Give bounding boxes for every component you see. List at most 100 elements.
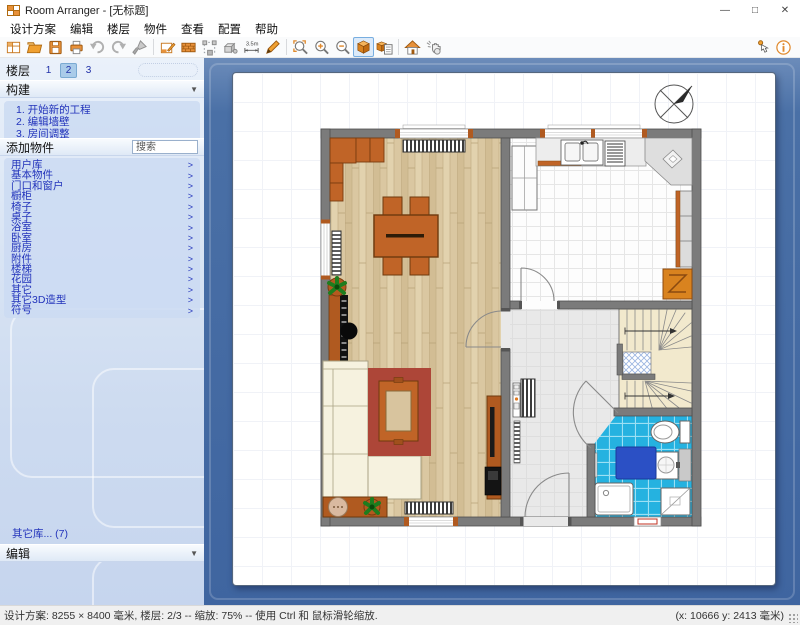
walls-icon [180, 39, 197, 56]
category-kitchen[interactable]: 厨房> [4, 243, 200, 253]
category-chairs[interactable]: 椅子> [4, 202, 200, 212]
floors-row: 楼层 1 2 3 [0, 60, 204, 80]
floor-lamp [341, 323, 358, 340]
edit-section-header[interactable]: 编辑 ▼ [0, 544, 204, 562]
pointer-mode-icon [754, 39, 771, 56]
category-symbols[interactable]: 符号> [4, 305, 200, 315]
category-chevron-icon: > [188, 274, 193, 284]
maximize-button[interactable]: □ [740, 0, 770, 20]
toilet [651, 421, 679, 443]
about-button[interactable] [773, 37, 794, 57]
svg-text:3.5m: 3.5m [246, 41, 259, 47]
edit-rooms-button[interactable] [157, 37, 178, 57]
menu-objects[interactable]: 物件 [137, 20, 174, 38]
titlebar[interactable]: Room Arranger - [无标题] — □ ✕ [0, 0, 800, 20]
category-bedroom[interactable]: 卧室> [4, 233, 200, 243]
edit-rooms-icon [159, 39, 176, 56]
zoom-out-button[interactable] [332, 37, 353, 57]
category-chevron-icon: > [188, 171, 193, 181]
tall-cabinets [676, 191, 692, 267]
pointer-mode-button[interactable] [752, 37, 773, 57]
open-icon [26, 39, 43, 56]
save-button[interactable] [45, 37, 66, 57]
undo-button[interactable] [87, 37, 108, 57]
print-button[interactable] [66, 37, 87, 57]
step-edit-walls-link[interactable]: 2. 编辑墙壁 [16, 116, 200, 128]
measure-icon: 3.5m [243, 39, 260, 56]
status-plan-info: 设计方案: 8255 × 8400 毫米, 楼层: 2/3 -- 缩放: 75%… [4, 608, 378, 623]
close-button[interactable]: ✕ [770, 0, 800, 20]
category-chevron-icon: > [188, 243, 193, 253]
collapse-arrow-icon[interactable]: ▼ [190, 549, 198, 558]
view-3d-icon [355, 39, 372, 56]
floor-button-1[interactable]: 1 [40, 63, 57, 78]
menu-design[interactable]: 设计方案 [3, 20, 63, 38]
home-levels-button[interactable] [402, 37, 423, 57]
floorplan-drawing[interactable] [233, 73, 776, 586]
build-section-header[interactable]: 构建 ▼ [0, 80, 204, 98]
zoom-all-button[interactable] [290, 37, 311, 57]
category-accessories[interactable]: 附件> [4, 254, 200, 264]
category-doors-windows[interactable]: 门口和窗户> [4, 181, 200, 191]
menu-floors[interactable]: 楼层 [100, 20, 137, 38]
drawing-canvas[interactable] [232, 72, 776, 586]
category-cabinets[interactable]: 橱柜> [4, 191, 200, 201]
select-objects-icon [201, 39, 218, 56]
zoom-in-button[interactable] [311, 37, 332, 57]
category-chevron-icon: > [188, 191, 193, 201]
category-other-3d[interactable]: 其它3D造型> [4, 295, 200, 305]
floor-button-2[interactable]: 2 [60, 63, 77, 78]
format-brush-button[interactable] [129, 37, 150, 57]
menu-help[interactable]: 帮助 [248, 20, 285, 38]
new-plan-button[interactable] [3, 37, 24, 57]
move-objects-button[interactable] [220, 37, 241, 57]
staircase [617, 309, 692, 411]
measure-button[interactable]: 3.5m [241, 37, 262, 57]
zoom-all-icon [292, 39, 309, 56]
radiator [403, 140, 465, 152]
bathroom [591, 413, 692, 517]
redo-icon [110, 39, 127, 56]
floor-button-3[interactable]: 3 [80, 63, 97, 78]
floors-placeholder [138, 63, 198, 77]
more-libraries-link[interactable]: 其它库... (7) [12, 526, 68, 541]
zoom-in-icon [313, 39, 330, 56]
category-tables[interactable]: 桌子> [4, 212, 200, 222]
category-chevron-icon: > [188, 254, 193, 264]
menu-view[interactable]: 查看 [174, 20, 211, 38]
step-new-project-link[interactable]: 1. 开始新的工程 [16, 104, 200, 116]
redo-button[interactable] [108, 37, 129, 57]
zoom-out-icon [334, 39, 351, 56]
gestures-button[interactable] [423, 37, 444, 57]
walls-button[interactable] [178, 37, 199, 57]
minimize-button[interactable]: — [710, 0, 740, 20]
search-input[interactable] [132, 140, 198, 154]
category-chevron-icon: > [188, 223, 193, 233]
object-list-button[interactable] [374, 37, 395, 57]
view-3d-button[interactable] [353, 37, 374, 57]
categories-panel: 用户库> 基本物件> 门口和窗户> 橱柜> 椅子> 桌子> 浴室> 卧室> 厨房… [4, 158, 200, 318]
category-garden[interactable]: 花园> [4, 274, 200, 284]
dishwasher [605, 141, 625, 166]
category-chevron-icon: > [188, 181, 193, 191]
menu-edit[interactable]: 编辑 [63, 20, 100, 38]
resize-grip[interactable] [788, 613, 798, 623]
open-button[interactable] [24, 37, 45, 57]
corner-cabinet-pouf [323, 497, 387, 517]
build-steps-panel: 1. 开始新的工程 2. 编辑墙壁 3. 房间调整 [4, 101, 200, 143]
category-bathroom[interactable]: 浴室> [4, 222, 200, 232]
status-cursor-coords: (x: 10666 y: 2413 毫米) [675, 608, 784, 623]
select-objects-button[interactable] [199, 37, 220, 57]
format-brush-icon [131, 39, 148, 56]
undo-icon [89, 39, 106, 56]
kitchen-sink [561, 140, 603, 165]
menu-options[interactable]: 配置 [211, 20, 248, 38]
tv-cabinet [485, 396, 501, 499]
shower-tray [595, 483, 633, 515]
category-chevron-icon: > [188, 295, 193, 305]
collapse-arrow-icon[interactable]: ▼ [190, 85, 198, 94]
category-stairs[interactable]: 楼梯> [4, 264, 200, 274]
compass-icon [655, 85, 693, 123]
draw-walls-button[interactable] [262, 37, 283, 57]
canvas-area [204, 58, 800, 605]
